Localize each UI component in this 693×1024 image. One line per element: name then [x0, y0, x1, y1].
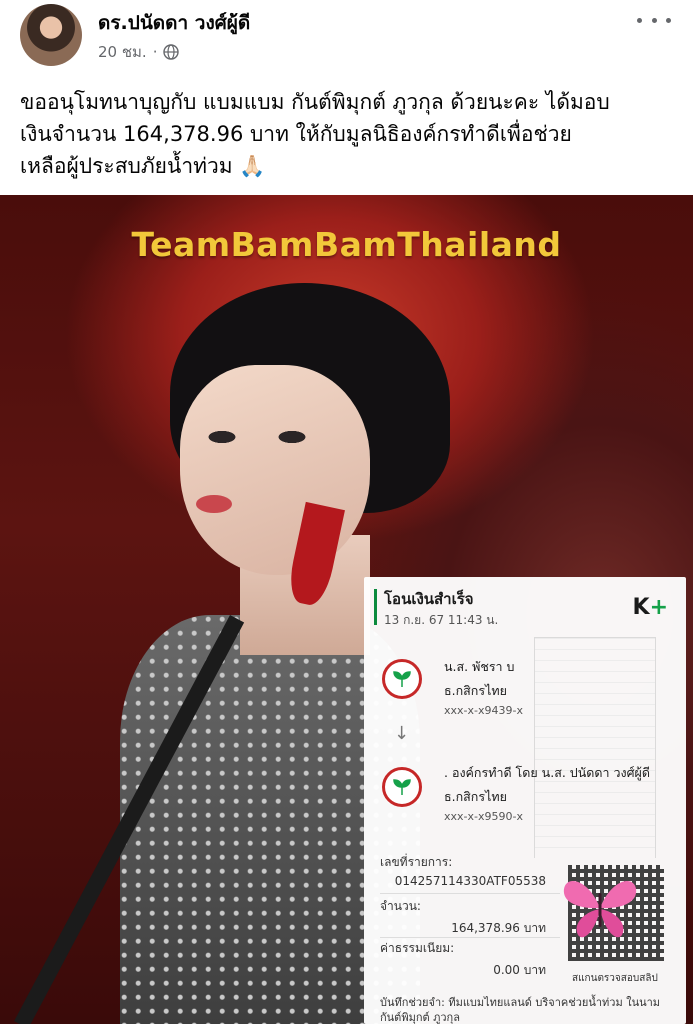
receipt-datetime: 13 ก.ย. 67 11:43 น. — [384, 613, 499, 627]
post-text-line: ขออนุโมทนาบุญกับ แบมแบม กันต์พิมุกต์ ภูว… — [20, 90, 610, 114]
logo-k: K — [632, 595, 650, 620]
butterfly-icon — [563, 880, 637, 938]
dot — [651, 17, 657, 23]
person-lips — [196, 495, 232, 513]
transfer-receipt: โอนเงินสำเร็จ 13 ก.ย. 67 11:43 น. K+ น.ส… — [364, 577, 686, 1024]
fee-value: 0.00 บาท — [493, 963, 546, 977]
post-text-line: เงินจำนวน 164,378.96 บาท ให้กับมูลนิธิอง… — [20, 122, 572, 146]
more-options-icon[interactable] — [637, 10, 671, 30]
post-text-line: เหลือผู้ประสบภัยน้ำท่วม 🙏🏻 — [20, 154, 266, 178]
leaf-icon — [393, 671, 411, 687]
globe-icon[interactable] — [163, 44, 180, 60]
leaf-icon — [393, 779, 411, 795]
kbank-icon — [382, 767, 422, 807]
building-watermark — [534, 637, 656, 858]
author-name[interactable]: ดร.ปนัดดา วงศ์ผู้ดี — [98, 8, 250, 38]
image-title: TeamBamBamThailand — [131, 225, 562, 264]
sender-account: xxx-x-x9439-x — [444, 704, 523, 717]
divider — [380, 893, 560, 894]
ref-label: เลขที่รายการ: — [380, 855, 453, 869]
post-image[interactable]: TeamBamBamThailand โอนเงินสำเร็จ 13 ก.ย.… — [0, 195, 693, 1024]
post-header: ดร.ปนัดดา วงศ์ผู้ดี 20 ชม. · — [0, 0, 693, 72]
receipt-note: บันทึกช่วยจำ: ทีมแบมไทยแลนด์ บริจาคช่วยน… — [380, 996, 661, 1024]
ref-value: 014257114330ATF05538 — [394, 874, 546, 888]
post-meta: 20 ชม. · — [98, 40, 180, 64]
receipt-accent-bar — [374, 589, 377, 625]
sender-bank: ธ.กสิกรไทย — [444, 683, 507, 698]
author-avatar[interactable] — [20, 4, 82, 66]
post-time[interactable]: 20 ชม. — [98, 40, 147, 64]
meta-separator: · — [152, 43, 158, 61]
arrow-down-icon: ↓ — [394, 723, 410, 744]
person-eyes — [200, 425, 320, 449]
qr-caption: สแกนตรวจสอบสลิป — [572, 973, 658, 984]
divider — [380, 937, 560, 938]
person-face — [180, 365, 370, 575]
amount-label: จำนวน: — [380, 899, 421, 913]
fee-label: ค่าธรรมเนียม: — [380, 941, 455, 955]
kbank-icon — [382, 659, 422, 699]
dot — [637, 17, 642, 23]
post-text: ขออนุโมทนาบุญกับ แบมแบม กันต์พิมุกต์ ภูว… — [20, 86, 685, 182]
sender-name: น.ส. พัชรา บ — [444, 659, 515, 674]
receiver-bank: ธ.กสิกรไทย — [444, 789, 507, 804]
receipt-title: โอนเงินสำเร็จ — [384, 590, 474, 608]
amount-value: 164,378.96 บาท — [451, 921, 546, 935]
logo-plus: + — [649, 595, 668, 620]
dot — [666, 17, 671, 23]
receiver-account: xxx-x-x9590-x — [444, 810, 523, 823]
kplus-logo: K+ — [633, 595, 669, 620]
receiver-name: . องค์กรทำดี โดย น.ส. ปนัดดา วงศ์ผู้ดี — [444, 765, 650, 780]
